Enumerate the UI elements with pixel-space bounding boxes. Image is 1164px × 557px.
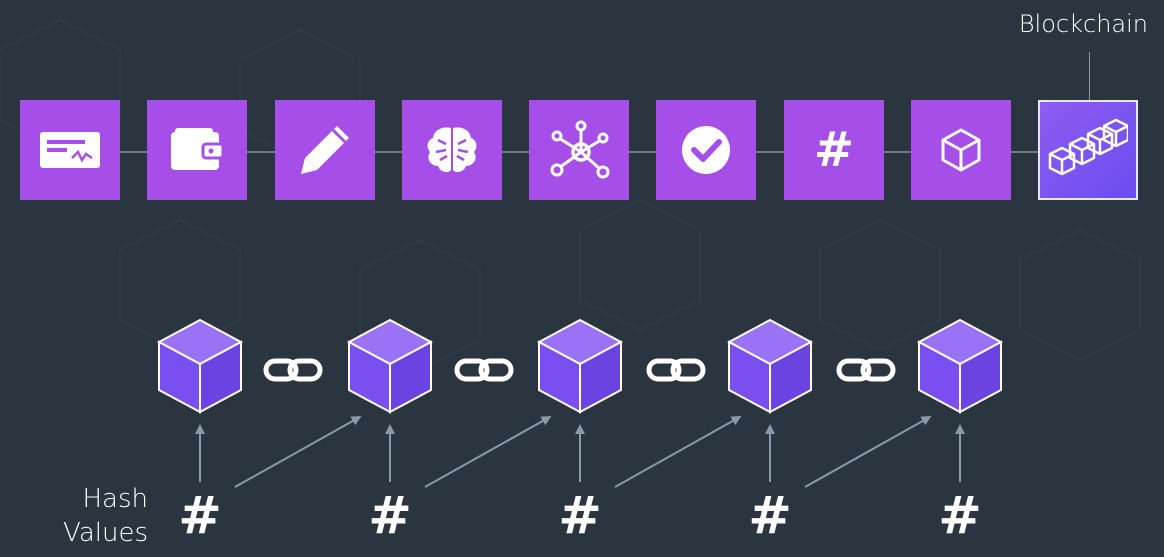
block-4 [728, 319, 812, 413]
arrow-diag-1 [234, 416, 362, 488]
chain-diagram [158, 319, 1002, 488]
hash-mark-3: # [558, 486, 602, 546]
block-5 [918, 319, 1002, 413]
hash-mark-1: # [178, 486, 222, 546]
link-icon [266, 361, 320, 379]
hash-values-label: Hash Values [63, 484, 148, 548]
hash-mark-5: # [938, 486, 982, 546]
block-1 [158, 319, 242, 413]
hash-mark-4: # [748, 486, 792, 546]
arrow-diag-4 [804, 416, 932, 488]
arrow-diag-2 [424, 416, 552, 488]
link-icon [839, 361, 893, 379]
link-icon [457, 361, 511, 379]
hash-mark-2: # [368, 486, 412, 546]
arrow-diag-3 [614, 416, 742, 488]
block-3 [538, 319, 622, 413]
link-icon [649, 361, 703, 379]
block-2 [348, 319, 432, 413]
